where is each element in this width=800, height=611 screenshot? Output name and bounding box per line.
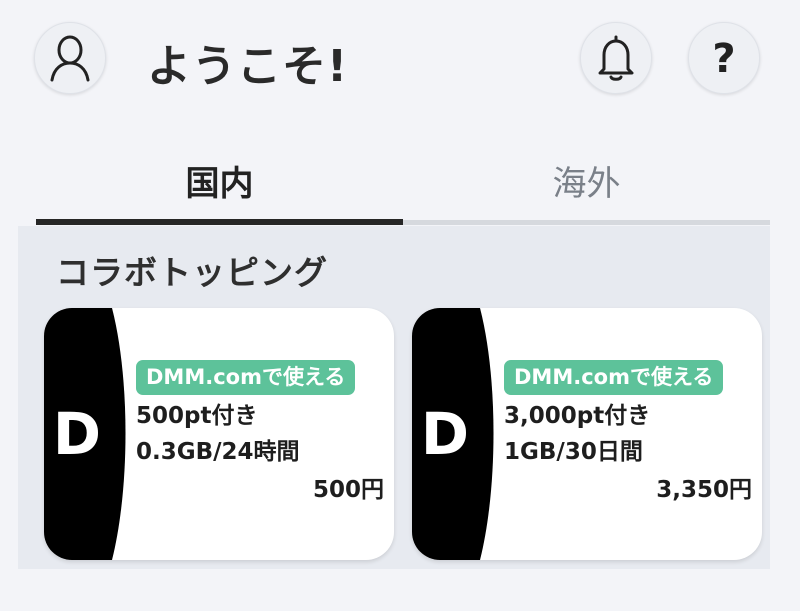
dmm-logo-letter: D <box>53 400 101 468</box>
tab-active-indicator <box>36 219 403 225</box>
section-title: コラボトッピング <box>56 253 328 292</box>
card-body: DMM.comで使える 500pt付き 0.3GB/24時間 <box>136 360 386 467</box>
card-points: 3,000pt付き <box>504 403 651 430</box>
bottom-area <box>0 569 800 611</box>
question-icon: ? <box>712 36 736 82</box>
card-points: 500pt付き <box>136 403 258 430</box>
tab-overseas[interactable]: 海外 <box>403 140 770 220</box>
tab-domestic[interactable]: 国内 <box>36 140 403 220</box>
card-data-plan: 0.3GB/24時間 <box>136 439 300 466</box>
topping-card[interactable]: D DMM.comで使える 3,000pt付き 1GB/30日間 3,350円 <box>412 308 762 560</box>
header: ようこそ! ? <box>0 0 800 120</box>
dmm-badge: DMM.comで使える <box>136 360 356 396</box>
notification-button[interactable] <box>580 22 652 94</box>
content-area: コラボトッピング D DMM.comで使える 500pt付き 0.3GB/24時… <box>18 226 770 569</box>
card-data-plan: 1GB/30日間 <box>504 439 643 466</box>
dmm-logo-icon: D <box>44 308 126 560</box>
bell-icon <box>598 35 634 81</box>
user-icon <box>50 35 90 82</box>
topping-card[interactable]: D DMM.comで使える 500pt付き 0.3GB/24時間 500円 <box>44 308 394 560</box>
dmm-badge: DMM.comで使える <box>504 360 724 396</box>
card-price: 3,350円 <box>656 477 752 503</box>
help-button[interactable]: ? <box>688 22 760 94</box>
dmm-logo-icon: D <box>412 308 494 560</box>
dmm-logo-letter: D <box>421 400 469 468</box>
region-tabs: 国内 海外 <box>36 140 770 226</box>
avatar-button[interactable] <box>34 22 106 94</box>
card-body: DMM.comで使える 3,000pt付き 1GB/30日間 <box>504 360 754 467</box>
welcome-title: ようこそ! <box>147 41 349 92</box>
card-price: 500円 <box>312 477 384 503</box>
